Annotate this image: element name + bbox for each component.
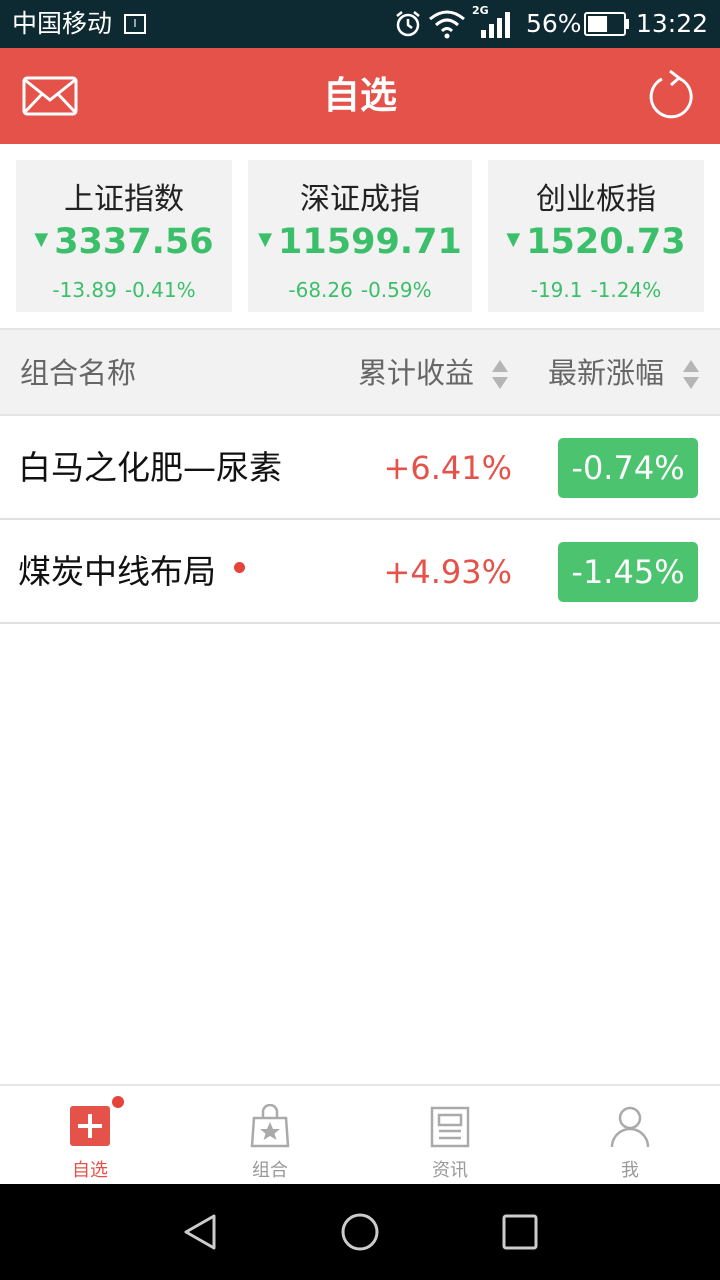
total-return: +6.41% (383, 449, 512, 487)
index-change: -13.89 -0.41% (52, 278, 196, 302)
tab-label: 组合 (252, 1160, 288, 1181)
sim-card-icon: I (124, 14, 146, 34)
mail-icon[interactable] (22, 76, 78, 116)
index-name: 上证指数 (64, 182, 184, 217)
index-card-shanghai[interactable]: 上证指数 ▼ 3337.56 -13.89 -0.41% (16, 160, 232, 312)
unread-dot-icon (234, 562, 245, 573)
table-header: 组合名称 累计收益 最新涨幅 (0, 328, 720, 416)
index-name: 创业板指 (536, 182, 656, 217)
carrier-name: 中国移动 (12, 9, 113, 38)
wifi-icon (429, 10, 465, 39)
system-nav-bar (0, 1184, 720, 1280)
status-bar: 中国移动 I 2G 56% 13:22 (0, 0, 720, 48)
clock: 13:22 (636, 9, 709, 38)
alarm-icon (396, 11, 420, 37)
index-card-chinext[interactable]: 创业板指 ▼ 1520.73 -19.1 -1.24% (488, 160, 704, 312)
sort-icon-latest-change[interactable] (683, 360, 699, 390)
star-bag-icon (250, 1104, 290, 1148)
latest-change-badge: -0.74% (558, 438, 698, 498)
notification-dot-icon (112, 1096, 124, 1108)
news-icon (430, 1106, 470, 1148)
index-name: 深证成指 (300, 182, 420, 217)
sort-icon-total-return[interactable] (492, 360, 508, 390)
back-icon[interactable] (180, 1212, 220, 1252)
tab-label: 自选 (72, 1160, 108, 1181)
latest-change-badge: -1.45% (558, 542, 698, 602)
portfolio-name: 白马之化肥—尿素 (18, 448, 282, 487)
recents-icon[interactable] (500, 1212, 540, 1252)
tab-me[interactable]: 我 (540, 1086, 720, 1186)
portfolio-name: 煤炭中线布局 (18, 520, 245, 624)
tab-watchlist[interactable]: 自选 (0, 1086, 180, 1186)
signal-icon (481, 12, 510, 38)
index-card-shenzhen[interactable]: 深证成指 ▼ 11599.71 -68.26 -0.59% (248, 160, 472, 312)
index-change: -68.26 -0.59% (288, 278, 432, 302)
column-header-name: 组合名称 (20, 356, 137, 390)
market-indices: 上证指数 ▼ 3337.56 -13.89 -0.41% 深证成指 ▼ 11599.7… (0, 144, 720, 328)
refresh-icon[interactable] (648, 70, 694, 120)
tab-label: 资讯 (432, 1160, 468, 1181)
total-return: +4.93% (383, 553, 512, 591)
plus-square-icon (70, 1106, 110, 1146)
column-header-total-return[interactable]: 累计收益 (358, 330, 474, 416)
down-triangle-icon: ▼ (258, 228, 273, 250)
battery-icon (584, 12, 629, 36)
tab-news[interactable]: 资讯 (360, 1086, 540, 1186)
person-icon (610, 1106, 650, 1148)
battery-percent: 56% (526, 9, 582, 38)
bottom-tab-bar: 自选 组合 资讯 我 (0, 1084, 720, 1184)
index-price: ▼ 3337.56 (34, 222, 214, 262)
down-triangle-icon: ▼ (506, 228, 521, 250)
column-header-latest-change[interactable]: 最新涨幅 (548, 330, 664, 416)
table-row[interactable]: 煤炭中线布局 +4.93% -1.45% (0, 520, 720, 624)
tab-portfolio[interactable]: 组合 (180, 1086, 360, 1186)
down-triangle-icon: ▼ (34, 228, 49, 250)
page-title: 自选 (323, 74, 397, 117)
app-header: 自选 (0, 48, 720, 144)
home-icon[interactable] (340, 1212, 380, 1252)
tab-label: 我 (621, 1160, 639, 1181)
table-row[interactable]: 白马之化肥—尿素 +6.41% -0.74% (0, 416, 720, 520)
index-change: -19.1 -1.24% (530, 278, 662, 302)
index-price: ▼ 11599.71 (258, 222, 462, 262)
index-price: ▼ 1520.73 (506, 222, 686, 262)
